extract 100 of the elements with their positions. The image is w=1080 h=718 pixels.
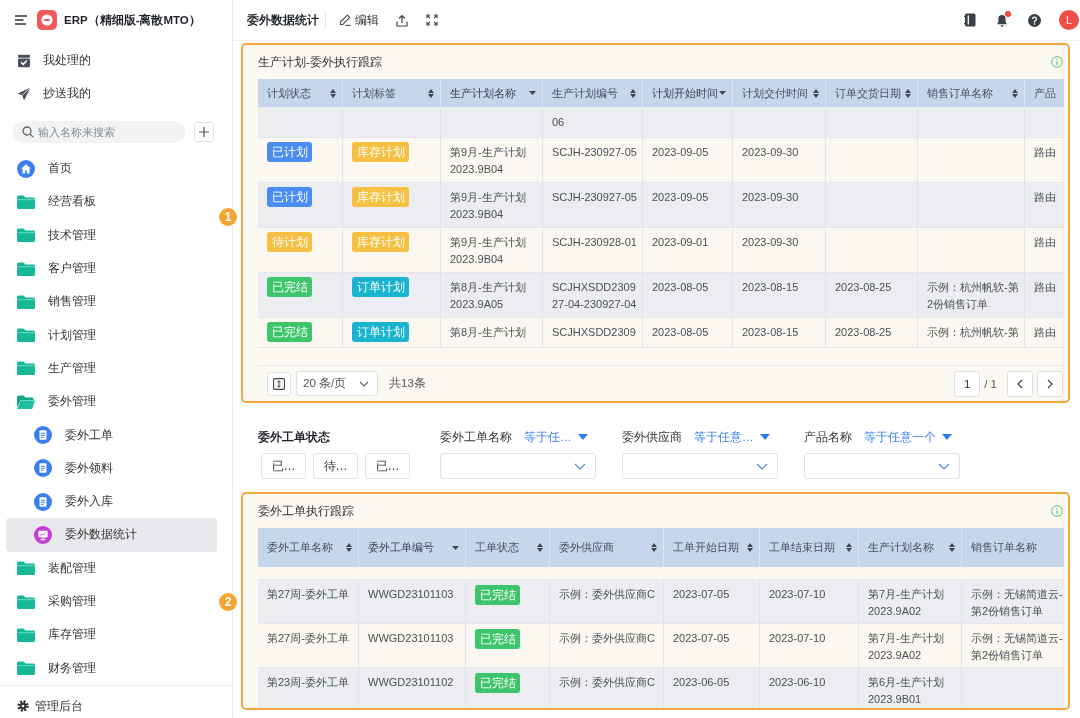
notebook-icon[interactable] (964, 13, 976, 27)
option-button[interactable]: 已… (261, 453, 306, 479)
table-cell: 第6月-生产计划2023.9B01 (859, 668, 962, 708)
table-cell: 2023-09-30 (733, 228, 826, 272)
table-cell: 06 (543, 107, 643, 137)
total-count: 共13条 (389, 376, 426, 391)
column-header[interactable]: 产品 (1025, 79, 1064, 107)
table-cell: 2023-09-30 (733, 183, 826, 227)
caret-icon (942, 434, 952, 440)
gear-icon (17, 700, 29, 712)
nav-item[interactable]: 委外工单 (6, 418, 217, 452)
table-cell: 2023-09-01 (643, 228, 733, 272)
table-cell-text: 路由 (1033, 145, 1057, 160)
operator-dropdown[interactable]: 等于任意… (694, 429, 770, 445)
table-cell: 第7月-生产计划2023.9A02 (859, 580, 962, 623)
user-avatar[interactable]: L (1059, 10, 1079, 30)
chevron-left-icon (1017, 378, 1023, 389)
caret-icon (759, 434, 770, 440)
table-cell: 2023-06-10 (760, 668, 859, 708)
table-cell: 第8月-生产计划2023.9A05 (441, 273, 543, 317)
table-cell: SCJH-230928-01 (543, 228, 643, 272)
option-button[interactable]: 待… (313, 453, 358, 479)
page-number-field[interactable]: 1 (954, 370, 981, 397)
nav-item[interactable]: 销售管理 (6, 285, 217, 319)
category-tag: 库存计划 (352, 232, 409, 252)
table-cell: 第27周-委外工单 (258, 624, 359, 667)
nav-item[interactable]: 客户管理 (6, 251, 217, 286)
table-cell-text: 路由 (1033, 280, 1057, 295)
table-cell-text: 路由 (1033, 190, 1057, 205)
chevron-down-icon (359, 380, 369, 387)
operator-dropdown[interactable]: 等于任意一个 (864, 429, 952, 445)
table-cell: WWGD23101103 (359, 580, 466, 623)
status-tag: 待计划 (267, 232, 312, 252)
search-icon (22, 126, 34, 138)
chevron-down-icon (756, 462, 768, 470)
operator-dropdown[interactable]: 等于任… (524, 429, 588, 445)
dropdown-field[interactable] (804, 453, 960, 479)
table-cell: 第9月-生产计划2023.9B04 (441, 228, 543, 272)
vertical-expand-icon (273, 377, 285, 390)
category-tag: 库存计划 (352, 187, 409, 207)
table-cell: 第7月-生产计划2023.9A02 (859, 624, 962, 667)
expand-toggle-button[interactable] (267, 371, 291, 396)
filter-label: 委外供应商 (622, 429, 682, 445)
caret-icon (577, 434, 588, 440)
nav-item[interactable]: 生产管理 (6, 351, 217, 386)
filter-label: 委外工单名称 (440, 429, 512, 445)
previous-page-button[interactable] (1007, 370, 1033, 397)
chevron-down-icon (938, 462, 950, 470)
search-field[interactable]: 输入名称来搜索 (13, 121, 185, 143)
next-page-button[interactable] (1037, 370, 1063, 397)
shortcut-link[interactable]: 抄送我的 (0, 77, 232, 110)
help-icon[interactable] (1028, 13, 1041, 27)
table-cell-text: 路由 (1033, 325, 1057, 340)
add-button[interactable] (194, 122, 214, 142)
column-header[interactable]: 销售订单名称 (962, 528, 1064, 567)
nav-item[interactable]: 采购管理 (6, 584, 217, 619)
nav-item[interactable]: 委外管理 (6, 385, 217, 419)
table-cell: 第9月-生产计划2023.9B04 (441, 138, 543, 182)
page-size-select[interactable]: 20 条/页 (296, 371, 378, 396)
table-cell: 2023-07-05 (664, 624, 760, 667)
table-cell: 2023-08-25 (826, 273, 918, 317)
table-cell: 2023-09-05 (643, 138, 733, 182)
menu-icon[interactable] (15, 15, 27, 25)
panel-title: 委外工单执行跟踪 (258, 503, 354, 519)
table-cell-text: 示例：无锡简道云-第2份销售订单 (970, 631, 1064, 663)
fullscreen-icon[interactable] (426, 14, 438, 26)
nav-item[interactable]: 技术管理 (6, 218, 217, 252)
nav-item[interactable]: 委外入库 (6, 484, 217, 519)
table-cell: 2023-06-05 (664, 668, 760, 708)
status-tag: 已完结 (267, 322, 312, 342)
table-cell: 2023-08-15 (733, 273, 826, 317)
info-icon[interactable] (1051, 56, 1063, 68)
option-button[interactable]: 已… (365, 453, 410, 479)
bell-icon[interactable] (996, 13, 1008, 27)
info-icon[interactable] (1051, 505, 1063, 517)
shortcut-link[interactable]: 我处理的 (0, 44, 232, 77)
nav-item[interactable]: 装配管理 (6, 551, 217, 585)
table-cell: 示例：杭州帆软-第2份销售订单 (918, 273, 1025, 317)
home-icon (17, 159, 35, 178)
dropdown-field[interactable] (622, 453, 778, 479)
plus-icon (199, 127, 209, 137)
app-title: ERP（精细版-离散MTO） (64, 12, 201, 28)
nav-item[interactable]: 委外领料 (6, 451, 217, 485)
nav-item[interactable]: 计划管理 (6, 318, 217, 352)
upload-icon[interactable] (396, 13, 408, 27)
dropdown-field[interactable] (440, 453, 596, 479)
table-cell: WWGD23101102 (359, 668, 466, 708)
nav-item[interactable]: 首页 (6, 152, 217, 186)
admin-link[interactable]: 管理后台 (17, 697, 83, 715)
table-cell: 第9月-生产计划2023.9B04 (441, 183, 543, 227)
nav-item[interactable]: 库存管理 (6, 618, 217, 652)
table-cell: WWGD23101103 (359, 624, 466, 667)
nav-item[interactable]: 财务管理 (6, 651, 217, 685)
table-cell: 2023-08-05 (643, 318, 733, 347)
nav-item[interactable]: 经营看板 (6, 185, 217, 219)
table-cell: 2023-07-10 (760, 580, 859, 623)
edit-button[interactable]: 编辑 (339, 11, 379, 29)
table-cell: 第23周-委外工单 (258, 668, 359, 708)
nav-item[interactable]: 委外数据统计 (6, 518, 217, 552)
app-logo-icon (37, 10, 57, 30)
